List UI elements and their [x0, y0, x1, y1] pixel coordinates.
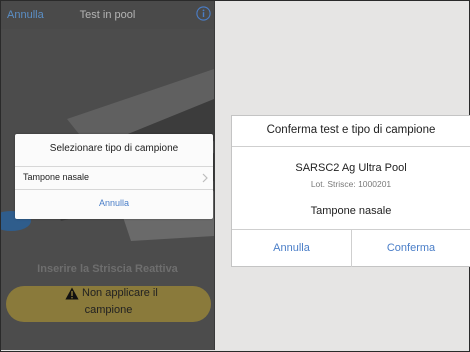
info-icon[interactable] — [196, 6, 211, 21]
instruction-text: Inserire la Striscia Reattiva — [37, 263, 178, 275]
sample-type-dialog: Selezionare tipo di campione Tampone nas… — [15, 134, 213, 219]
confirm-dialog-title: Conferma test e tipo di campione — [266, 124, 436, 136]
confirm-cancel-button[interactable]: Annulla — [232, 242, 351, 254]
test-name: SARSC2 Ag Ultra Pool — [295, 162, 407, 174]
strip-lot-number: Lot. Strisce: 1000201 — [310, 179, 392, 189]
confirm-test-dialog: Conferma test e tipo di campione SARSC2 … — [231, 115, 470, 267]
navigation-bar: Annulla Test in pool — [1, 1, 214, 29]
warning-text-line2: campione — [84, 304, 133, 316]
confirm-button[interactable]: Conferma — [352, 242, 470, 254]
nav-title: Test in pool — [79, 9, 136, 21]
warning-icon — [65, 287, 79, 300]
chevron-right-icon — [202, 173, 208, 183]
panel-divider — [214, 1, 215, 350]
do-not-apply-sample-button[interactable]: Non applicare il campione — [6, 286, 211, 322]
sample-option-nasal[interactable]: Tampone nasale — [15, 166, 213, 190]
sample-option-label: Tampone nasale — [23, 172, 90, 182]
confirm-button-bar: Annulla Conferma — [232, 229, 470, 267]
warning-text-line1: Non applicare il — [82, 287, 158, 299]
sample-dialog-title: Selezionare tipo di campione — [49, 143, 179, 154]
selected-sample-type: Tampone nasale — [310, 205, 392, 217]
device-screen: Annulla Test in pool Selezionare tipo di… — [1, 1, 214, 350]
sample-dialog-cancel-button[interactable]: Annulla — [15, 198, 213, 208]
confirm-title-divider — [232, 146, 470, 147]
